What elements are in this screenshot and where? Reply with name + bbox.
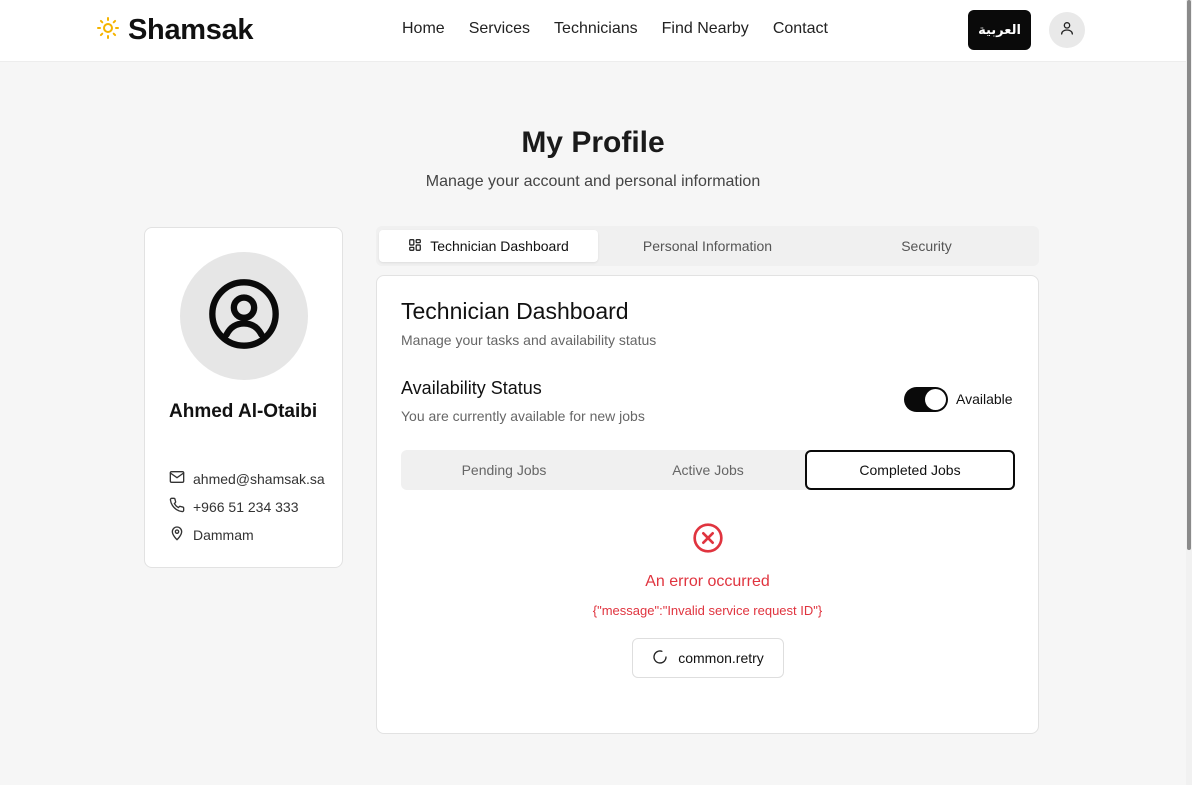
error-title: An error occurred [645, 573, 770, 590]
main-nav: Home Services Technicians Find Nearby Co… [402, 20, 828, 38]
tab-label: Security [901, 238, 952, 254]
tab-completed-jobs[interactable]: Completed Jobs [805, 450, 1015, 490]
user-icon [1059, 20, 1075, 41]
nav-services[interactable]: Services [469, 20, 530, 38]
profile-email: ahmed@shamsak.sa [193, 470, 325, 487]
jobs-tabs: Pending Jobs Active Jobs Completed Jobs [401, 450, 1015, 490]
tab-pending-jobs[interactable]: Pending Jobs [401, 450, 607, 490]
user-menu-button[interactable] [1049, 12, 1085, 48]
availability-title: Availability Status [401, 378, 542, 398]
tab-label: Personal Information [642, 238, 773, 254]
top-navbar: Shamsak Home Services Technicians Find N… [0, 0, 1186, 62]
nav-home[interactable]: Home [402, 20, 445, 38]
retry-button[interactable]: common.retry [632, 638, 784, 678]
page-scrollbar[interactable] [1186, 0, 1192, 785]
language-toggle-button[interactable]: العربية [968, 10, 1031, 50]
error-circle-icon [692, 522, 724, 559]
logo-text: Shamsak [128, 14, 254, 46]
scrollbar-thumb[interactable] [1187, 0, 1191, 550]
toggle-knob [925, 389, 946, 410]
dashboard-icon [408, 238, 422, 255]
dashboard-subtitle: Manage your tasks and availability statu… [401, 332, 657, 348]
phone-icon [169, 497, 185, 516]
phone-row: +966 51 234 333 [169, 497, 299, 516]
nav-contact[interactable]: Contact [773, 20, 828, 38]
profile-phone: +966 51 234 333 [193, 498, 299, 515]
user-circle-icon [206, 276, 282, 357]
dashboard-title: Technician Dashboard [401, 298, 629, 324]
tab-label: Completed Jobs [859, 462, 961, 478]
page-title: My Profile [521, 126, 665, 159]
availability-subtitle: You are currently available for new jobs [401, 408, 645, 424]
profile-tabs: Technician Dashboard Personal Informatio… [376, 226, 1039, 266]
email-row: ahmed@shamsak.sa [169, 469, 325, 488]
technician-dashboard-card: Technician Dashboard Manage your tasks a… [376, 275, 1039, 734]
retry-label: common.retry [678, 650, 764, 666]
tab-personal-information[interactable]: Personal Information [598, 230, 817, 262]
availability-toggle[interactable] [904, 387, 948, 412]
tab-label: Pending Jobs [461, 462, 547, 478]
location-row: Dammam [169, 525, 254, 544]
availability-toggle-label: Available [956, 391, 1013, 407]
sun-icon [96, 16, 120, 45]
profile-name: Ahmed Al-Otaibi [169, 401, 318, 422]
page-subtitle: Manage your account and personal informa… [425, 173, 761, 190]
nav-technicians[interactable]: Technicians [554, 20, 638, 38]
logo[interactable]: Shamsak [96, 14, 254, 47]
refresh-icon [652, 649, 668, 668]
profile-city: Dammam [193, 526, 254, 543]
nav-find-nearby[interactable]: Find Nearby [662, 20, 749, 38]
mail-icon [169, 469, 185, 488]
tab-active-jobs[interactable]: Active Jobs [607, 450, 809, 490]
tab-security[interactable]: Security [817, 230, 1036, 262]
avatar [180, 252, 308, 380]
profile-card: Ahmed Al-Otaibi ahmed@shamsak.sa +966 51… [144, 227, 343, 568]
error-message: {"message":"Invalid service request ID"} [592, 603, 823, 618]
tab-technician-dashboard[interactable]: Technician Dashboard [379, 230, 598, 262]
tab-label: Active Jobs [672, 462, 744, 478]
map-pin-icon [169, 525, 185, 544]
tab-label: Technician Dashboard [430, 238, 569, 254]
